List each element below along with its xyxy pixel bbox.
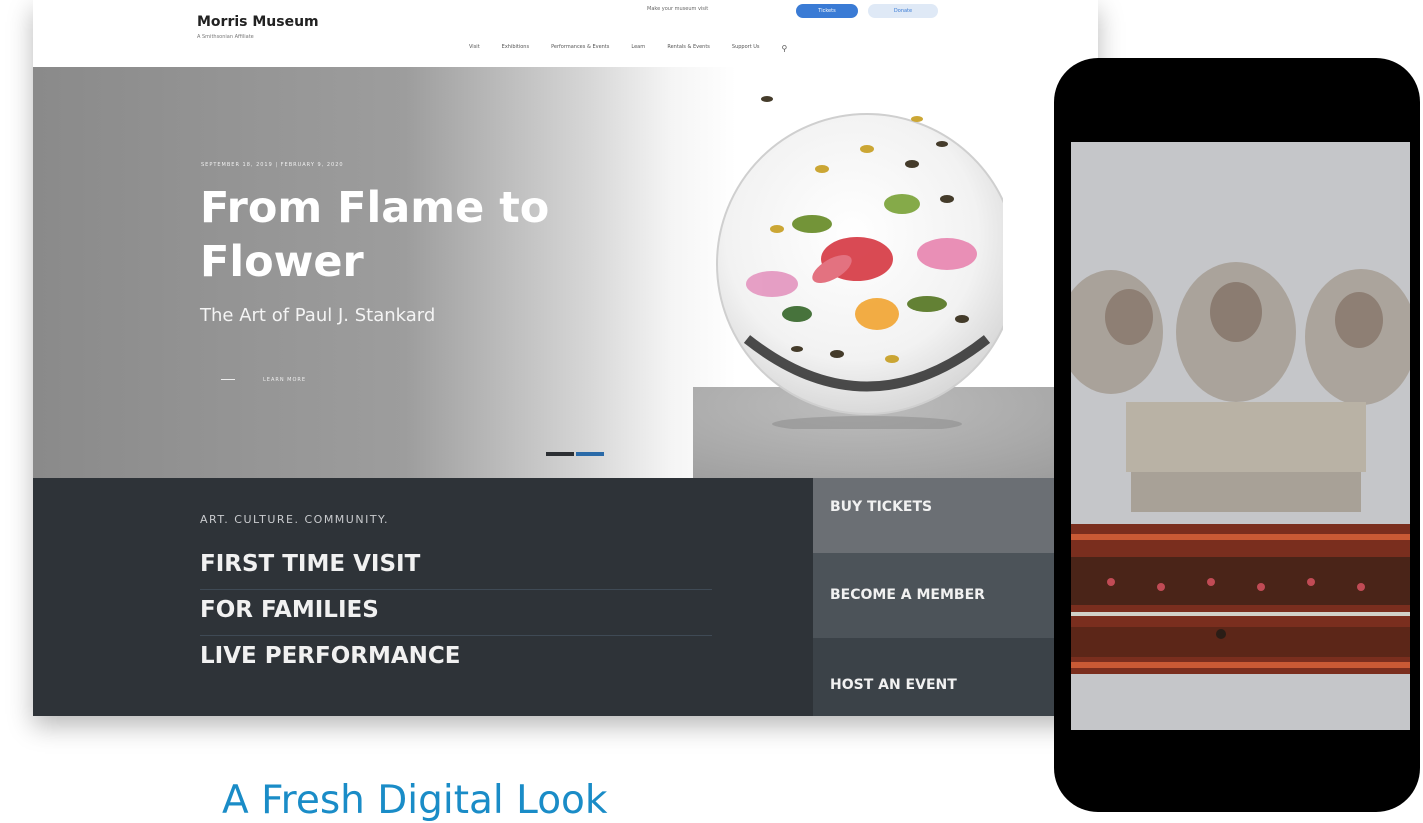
live-performance-link[interactable]: LIVE PERFORMANCE <box>200 636 712 681</box>
glass-paperweight-image <box>716 96 1003 429</box>
nav-item-support[interactable]: Support Us <box>732 44 760 53</box>
nav-item-visit[interactable]: Visit <box>469 44 480 53</box>
hero-carousel: SEPTEMBER 18, 2019 | FEBRUARY 9, 2020 Fr… <box>33 67 1098 478</box>
site-header: Morris Museum A Smithsonian Affiliate Ma… <box>33 0 1098 67</box>
utility-link[interactable]: Make your museum visit <box>647 6 708 12</box>
header-donate-button[interactable]: Donate <box>868 4 938 18</box>
visit-panel: ART. CULTURE. COMMUNITY. FIRST TIME VISI… <box>33 478 1098 716</box>
tagline: ART. CULTURE. COMMUNITY. <box>200 513 390 526</box>
nav-item-exhibitions[interactable]: Exhibitions <box>502 44 529 53</box>
nav-item-performances[interactable]: Performances & Events <box>551 44 609 53</box>
carousel-dot-2[interactable] <box>576 452 604 456</box>
site-logo-subtitle: A Smithsonian Affiliate <box>197 34 254 40</box>
search-icon[interactable]: ⚲ <box>782 44 788 53</box>
hero-learn-more-link[interactable]: LEARN MORE <box>221 377 306 383</box>
phone-screen <box>1071 142 1410 730</box>
hero-subtitle: The Art of Paul J. Stankard <box>200 305 436 326</box>
carousel-dot-1[interactable] <box>546 452 574 456</box>
phone-mockup <box>1054 58 1420 812</box>
carousel-dots <box>546 452 604 456</box>
hero-cta-label: LEARN MORE <box>263 377 307 383</box>
site-logo[interactable]: Morris Museum <box>197 14 319 30</box>
for-families-link[interactable]: FOR FAMILIES <box>200 590 712 636</box>
hero-title: From Flame to Flower <box>200 183 550 287</box>
first-time-visit-link[interactable]: FIRST TIME VISIT <box>200 544 712 590</box>
hero-date-range: SEPTEMBER 18, 2019 | FEBRUARY 9, 2020 <box>201 162 344 168</box>
nav-item-learn[interactable]: Learn <box>631 44 645 53</box>
automaton-monkeys-image <box>1071 142 1410 730</box>
caption-heading: A Fresh Digital Look <box>222 778 608 823</box>
main-nav: Visit Exhibitions Performances & Events … <box>469 44 787 53</box>
cta-line <box>221 379 235 380</box>
desktop-mockup: Morris Museum A Smithsonian Affiliate Ma… <box>33 0 1098 716</box>
nav-item-rentals[interactable]: Rentals & Events <box>667 44 710 53</box>
header-tickets-button[interactable]: Tickets <box>796 4 858 18</box>
visit-links: FIRST TIME VISIT FOR FAMILIES LIVE PERFO… <box>200 544 712 681</box>
